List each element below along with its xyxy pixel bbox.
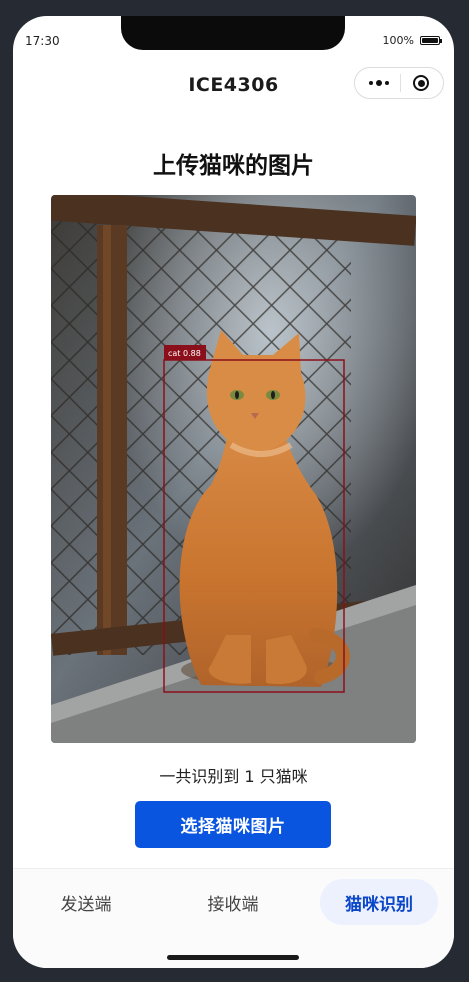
target-circle-icon[interactable] — [413, 75, 430, 91]
capsule-divider — [400, 74, 402, 92]
tab-bar: 发送端 接收端 猫咪识别 — [13, 868, 454, 968]
cat-photo: cat 0.88 — [51, 195, 416, 743]
detection-label: cat 0.88 — [168, 349, 201, 358]
more-dots-icon[interactable] — [368, 80, 389, 86]
tab-cat-recognition[interactable]: 猫咪识别 — [320, 879, 438, 925]
device-notch — [121, 16, 345, 50]
battery-percent: 100% — [382, 34, 414, 47]
battery-icon — [420, 36, 442, 45]
home-indicator — [167, 955, 299, 960]
mini-program-capsule — [354, 67, 444, 99]
detection-count-text: 一共识别到 1 只猫咪 — [159, 767, 308, 786]
status-right: 100% — [382, 34, 442, 47]
phone-screen: 17:30 100% ICE4306 上传猫咪的图片 cat 0.88 一共识别… — [13, 16, 454, 968]
status-time: 17:30 — [25, 34, 60, 48]
select-cat-image-button[interactable]: 选择猫咪图片 — [135, 801, 331, 848]
tab-receiver[interactable]: 接收端 — [174, 879, 292, 925]
page-title: 上传猫咪的图片 — [153, 153, 314, 179]
tab-sender[interactable]: 发送端 — [27, 879, 145, 925]
